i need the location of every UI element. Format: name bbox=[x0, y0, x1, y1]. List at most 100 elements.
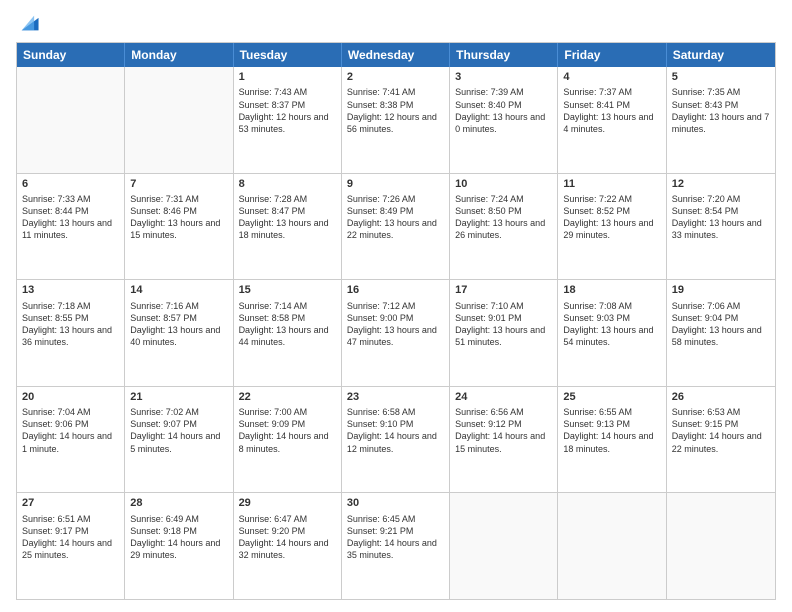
page: SundayMondayTuesdayWednesdayThursdayFrid… bbox=[0, 0, 792, 612]
calendar-header: SundayMondayTuesdayWednesdayThursdayFrid… bbox=[17, 43, 775, 67]
calendar-day-26: 26Sunrise: 6:53 AM Sunset: 9:15 PM Dayli… bbox=[667, 387, 775, 493]
day-info: Sunrise: 7:31 AM Sunset: 8:46 PM Dayligh… bbox=[130, 193, 227, 242]
day-info: Sunrise: 7:12 AM Sunset: 9:00 PM Dayligh… bbox=[347, 300, 444, 349]
calendar-row: 6Sunrise: 7:33 AM Sunset: 8:44 PM Daylig… bbox=[17, 173, 775, 280]
day-number: 19 bbox=[672, 283, 770, 298]
day-number: 13 bbox=[22, 283, 119, 298]
calendar-day-6: 6Sunrise: 7:33 AM Sunset: 8:44 PM Daylig… bbox=[17, 174, 125, 280]
day-info: Sunrise: 7:22 AM Sunset: 8:52 PM Dayligh… bbox=[563, 193, 660, 242]
day-number: 1 bbox=[239, 70, 336, 85]
calendar-day-15: 15 Sunrise: 7:14 AM Sunset: 8:58 PM Dayli… bbox=[234, 280, 342, 386]
logo bbox=[16, 12, 40, 34]
calendar-day-13: 13 Sunrise: 7:18 AM Sunset: 8:55 PM Dayli… bbox=[17, 280, 125, 386]
day-number: 15 bbox=[239, 283, 336, 298]
calendar-row: 13 Sunrise: 7:18 AM Sunset: 8:55 PM Dayli… bbox=[17, 279, 775, 386]
calendar-day-18: 18 Sunrise: 7:08 AM Sunset: 9:03 PM Dayli… bbox=[558, 280, 666, 386]
weekday-header: Sunday bbox=[17, 43, 125, 67]
day-info: Sunrise: 7:06 AM Sunset: 9:04 PM Dayligh… bbox=[672, 300, 770, 349]
calendar-day-4: 4Sunrise: 7:37 AM Sunset: 8:41 PM Daylig… bbox=[558, 67, 666, 173]
day-info: Sunrise: 7:16 AM Sunset: 8:57 PM Dayligh… bbox=[130, 300, 227, 349]
calendar-day-1: 1Sunrise: 7:43 AM Sunset: 8:37 PM Daylig… bbox=[234, 67, 342, 173]
day-info: Sunrise: 6:45 AM Sunset: 9:21 PM Dayligh… bbox=[347, 513, 444, 562]
day-number: 25 bbox=[563, 390, 660, 405]
day-info: Sunrise: 7:43 AM Sunset: 8:37 PM Dayligh… bbox=[239, 86, 336, 135]
day-info: Sunrise: 7:00 AM Sunset: 9:09 PM Dayligh… bbox=[239, 406, 336, 455]
weekday-header: Thursday bbox=[450, 43, 558, 67]
weekday-header: Monday bbox=[125, 43, 233, 67]
empty-cell bbox=[558, 493, 666, 599]
day-number: 9 bbox=[347, 177, 444, 192]
calendar-day-12: 12Sunrise: 7:20 AM Sunset: 8:54 PM Dayli… bbox=[667, 174, 775, 280]
empty-cell bbox=[450, 493, 558, 599]
day-info: Sunrise: 7:39 AM Sunset: 8:40 PM Dayligh… bbox=[455, 86, 552, 135]
day-number: 16 bbox=[347, 283, 444, 298]
day-number: 8 bbox=[239, 177, 336, 192]
day-number: 10 bbox=[455, 177, 552, 192]
calendar-day-19: 19 Sunrise: 7:06 AM Sunset: 9:04 PM Dayli… bbox=[667, 280, 775, 386]
day-number: 12 bbox=[672, 177, 770, 192]
calendar-day-24: 24Sunrise: 6:56 AM Sunset: 9:12 PM Dayli… bbox=[450, 387, 558, 493]
day-number: 26 bbox=[672, 390, 770, 405]
day-number: 5 bbox=[672, 70, 770, 85]
weekday-header: Tuesday bbox=[234, 43, 342, 67]
calendar-day-23: 23Sunrise: 6:58 AM Sunset: 9:10 PM Dayli… bbox=[342, 387, 450, 493]
day-number: 14 bbox=[130, 283, 227, 298]
weekday-header: Wednesday bbox=[342, 43, 450, 67]
calendar-day-2: 2Sunrise: 7:41 AM Sunset: 8:38 PM Daylig… bbox=[342, 67, 450, 173]
calendar-day-14: 14 Sunrise: 7:16 AM Sunset: 8:57 PM Dayli… bbox=[125, 280, 233, 386]
day-info: Sunrise: 7:18 AM Sunset: 8:55 PM Dayligh… bbox=[22, 300, 119, 349]
day-info: Sunrise: 6:47 AM Sunset: 9:20 PM Dayligh… bbox=[239, 513, 336, 562]
day-info: Sunrise: 6:55 AM Sunset: 9:13 PM Dayligh… bbox=[563, 406, 660, 455]
day-number: 11 bbox=[563, 177, 660, 192]
calendar-row: 27 Sunrise: 6:51 AM Sunset: 9:17 PM Dayli… bbox=[17, 492, 775, 599]
calendar-row: 20Sunrise: 7:04 AM Sunset: 9:06 PM Dayli… bbox=[17, 386, 775, 493]
day-number: 28 bbox=[130, 496, 227, 511]
calendar-day-27: 27 Sunrise: 6:51 AM Sunset: 9:17 PM Dayli… bbox=[17, 493, 125, 599]
day-number: 30 bbox=[347, 496, 444, 511]
calendar-day-29: 29 Sunrise: 6:47 AM Sunset: 9:20 PM Dayli… bbox=[234, 493, 342, 599]
calendar-day-8: 8Sunrise: 7:28 AM Sunset: 8:47 PM Daylig… bbox=[234, 174, 342, 280]
day-info: Sunrise: 7:10 AM Sunset: 9:01 PM Dayligh… bbox=[455, 300, 552, 349]
day-info: Sunrise: 7:14 AM Sunset: 8:58 PM Dayligh… bbox=[239, 300, 336, 349]
empty-cell bbox=[17, 67, 125, 173]
day-info: Sunrise: 7:37 AM Sunset: 8:41 PM Dayligh… bbox=[563, 86, 660, 135]
day-info: Sunrise: 6:49 AM Sunset: 9:18 PM Dayligh… bbox=[130, 513, 227, 562]
day-info: Sunrise: 7:33 AM Sunset: 8:44 PM Dayligh… bbox=[22, 193, 119, 242]
weekday-header: Friday bbox=[558, 43, 666, 67]
day-info: Sunrise: 7:35 AM Sunset: 8:43 PM Dayligh… bbox=[672, 86, 770, 135]
day-info: Sunrise: 6:53 AM Sunset: 9:15 PM Dayligh… bbox=[672, 406, 770, 455]
day-number: 24 bbox=[455, 390, 552, 405]
calendar-day-30: 30 Sunrise: 6:45 AM Sunset: 9:21 PM Dayli… bbox=[342, 493, 450, 599]
calendar-day-10: 10Sunrise: 7:24 AM Sunset: 8:50 PM Dayli… bbox=[450, 174, 558, 280]
day-info: Sunrise: 6:51 AM Sunset: 9:17 PM Dayligh… bbox=[22, 513, 119, 562]
calendar-body: 1Sunrise: 7:43 AM Sunset: 8:37 PM Daylig… bbox=[17, 67, 775, 599]
day-info: Sunrise: 7:08 AM Sunset: 9:03 PM Dayligh… bbox=[563, 300, 660, 349]
calendar-day-16: 16 Sunrise: 7:12 AM Sunset: 9:00 PM Dayli… bbox=[342, 280, 450, 386]
day-info: Sunrise: 7:24 AM Sunset: 8:50 PM Dayligh… bbox=[455, 193, 552, 242]
logo-icon bbox=[18, 12, 40, 34]
calendar-day-22: 22Sunrise: 7:00 AM Sunset: 9:09 PM Dayli… bbox=[234, 387, 342, 493]
day-number: 17 bbox=[455, 283, 552, 298]
day-number: 2 bbox=[347, 70, 444, 85]
day-number: 23 bbox=[347, 390, 444, 405]
day-info: Sunrise: 6:58 AM Sunset: 9:10 PM Dayligh… bbox=[347, 406, 444, 455]
day-number: 18 bbox=[563, 283, 660, 298]
day-number: 29 bbox=[239, 496, 336, 511]
calendar-day-11: 11Sunrise: 7:22 AM Sunset: 8:52 PM Dayli… bbox=[558, 174, 666, 280]
day-number: 22 bbox=[239, 390, 336, 405]
calendar-day-25: 25Sunrise: 6:55 AM Sunset: 9:13 PM Dayli… bbox=[558, 387, 666, 493]
day-number: 3 bbox=[455, 70, 552, 85]
day-info: Sunrise: 7:28 AM Sunset: 8:47 PM Dayligh… bbox=[239, 193, 336, 242]
day-number: 20 bbox=[22, 390, 119, 405]
day-number: 6 bbox=[22, 177, 119, 192]
day-number: 4 bbox=[563, 70, 660, 85]
calendar-day-20: 20Sunrise: 7:04 AM Sunset: 9:06 PM Dayli… bbox=[17, 387, 125, 493]
empty-cell bbox=[667, 493, 775, 599]
calendar-row: 1Sunrise: 7:43 AM Sunset: 8:37 PM Daylig… bbox=[17, 67, 775, 173]
calendar-day-5: 5Sunrise: 7:35 AM Sunset: 8:43 PM Daylig… bbox=[667, 67, 775, 173]
day-number: 21 bbox=[130, 390, 227, 405]
calendar: SundayMondayTuesdayWednesdayThursdayFrid… bbox=[16, 42, 776, 600]
day-number: 7 bbox=[130, 177, 227, 192]
header bbox=[16, 12, 776, 34]
day-number: 27 bbox=[22, 496, 119, 511]
